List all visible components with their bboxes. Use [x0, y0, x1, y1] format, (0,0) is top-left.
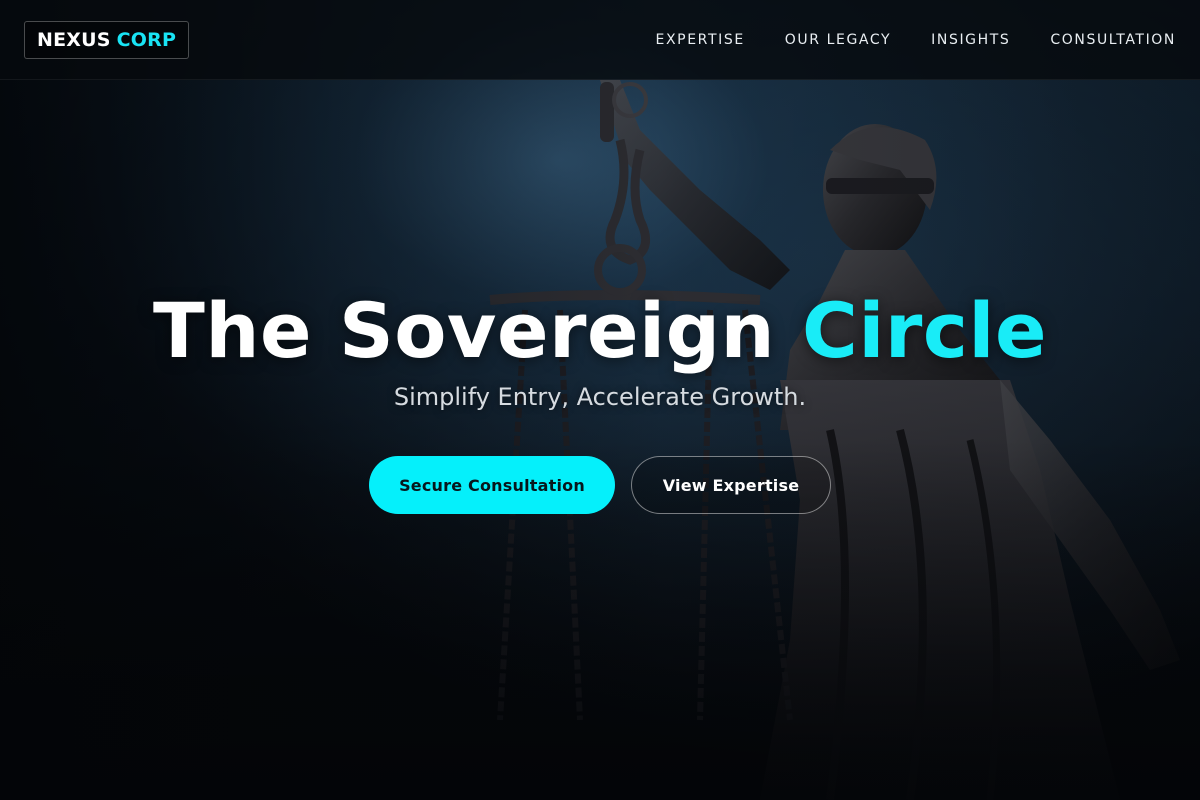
nav-link-consultation[interactable]: CONSULTATION [1050, 32, 1176, 48]
hero-title-main: The Sovereign [153, 286, 776, 375]
brand-logo[interactable]: NEXUS CORP [24, 21, 190, 59]
logo-word-2: CORP [116, 29, 177, 51]
hero-actions: Secure Consultation View Expertise [0, 456, 1200, 514]
site-header: NEXUS CORP EXPERTISE OUR LEGACY INSIGHTS… [0, 0, 1200, 80]
secure-consultation-button[interactable]: Secure Consultation [369, 456, 615, 514]
nav-link-our-legacy[interactable]: OUR LEGACY [785, 32, 891, 48]
logo-word-1: NEXUS [37, 29, 111, 51]
landing-page: NEXUS CORP EXPERTISE OUR LEGACY INSIGHTS… [0, 0, 1200, 800]
hero-subtitle: Simplify Entry, Accelerate Growth. [393, 383, 807, 411]
hero-title-accent: Circle [802, 286, 1047, 375]
hero-title: The Sovereign Circle [0, 288, 1200, 374]
hero-section: The Sovereign Circle Simplify Entry, Acc… [0, 288, 1200, 514]
nav-link-insights[interactable]: INSIGHTS [931, 32, 1010, 48]
view-expertise-button[interactable]: View Expertise [631, 456, 831, 514]
main-nav: EXPERTISE OUR LEGACY INSIGHTS CONSULTATI… [656, 0, 1176, 80]
nav-link-expertise[interactable]: EXPERTISE [656, 32, 745, 48]
